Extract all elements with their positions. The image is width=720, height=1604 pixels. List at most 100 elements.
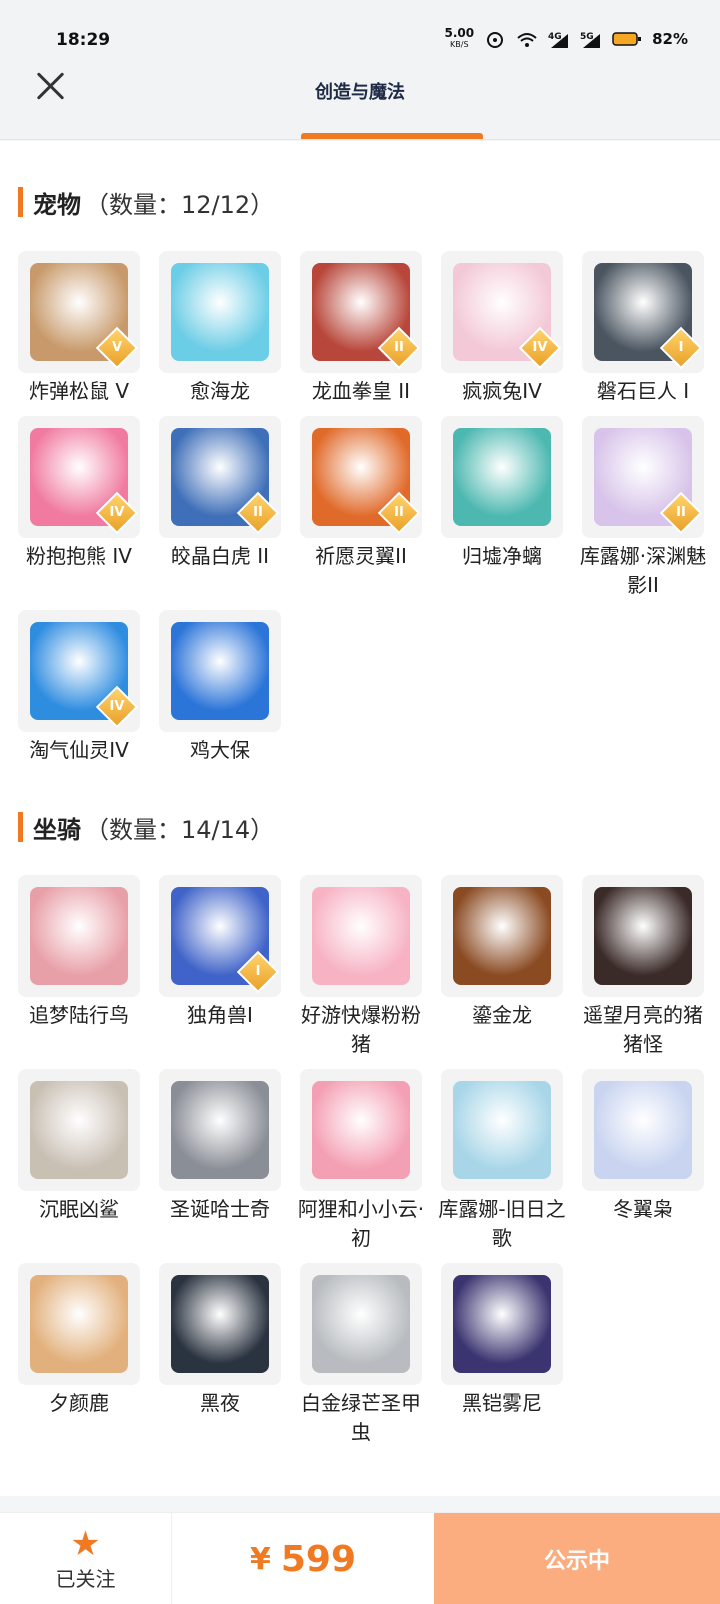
battery-icon: [612, 32, 642, 46]
pet-item[interactable]: 归墟净螭: [441, 416, 563, 600]
mount-thumbnail[interactable]: [441, 1069, 563, 1191]
tier-label: I: [255, 964, 261, 979]
mount-name: 夕颜鹿: [49, 1391, 109, 1415]
pet-thumbnail[interactable]: II: [300, 416, 422, 538]
mount-name: 阿狸和小小云·初: [297, 1197, 425, 1250]
mount-thumbnail[interactable]: [582, 1069, 704, 1191]
pet-item[interactable]: 鸡大保: [159, 610, 281, 765]
pet-thumbnail[interactable]: IV: [441, 251, 563, 373]
mount-name: 黑夜: [200, 1391, 240, 1415]
pet-thumbnail[interactable]: IV: [18, 416, 140, 538]
signal-5g-icon: 5G: [580, 32, 601, 48]
pet-thumbnail[interactable]: II: [582, 416, 704, 538]
pet-thumbnail[interactable]: II: [300, 251, 422, 373]
pet-thumbnail[interactable]: [159, 610, 281, 732]
page-title: 创造与魔法: [315, 82, 405, 103]
pet-item[interactable]: IV 淘气仙灵IV: [18, 610, 140, 765]
section-marker: [18, 187, 23, 217]
pet-name: 归墟净螭: [462, 544, 542, 568]
mount-item[interactable]: 冬翼枭: [582, 1069, 704, 1253]
tier-label: II: [394, 505, 404, 520]
pet-name: 磐石巨人 I: [596, 379, 690, 403]
mount-thumbnail[interactable]: [18, 1069, 140, 1191]
pet-name: 祈愿灵翼II: [315, 544, 407, 568]
mounts-section-title: 坐骑 （数量：14/14）: [18, 811, 274, 844]
pet-thumbnail[interactable]: IV: [18, 610, 140, 732]
mount-item[interactable]: 追梦陆行鸟: [18, 875, 140, 1059]
status-time: 18:29: [56, 30, 111, 50]
mount-thumbnail[interactable]: [300, 1069, 422, 1191]
status-icons: 5.00 KB/S 4G 5G 82%: [444, 27, 688, 50]
pet-thumbnail[interactable]: V: [18, 251, 140, 373]
mount-name: 鎏金龙: [472, 1003, 532, 1027]
pet-item[interactable]: II 皎晶白虎 II: [159, 416, 281, 600]
bottom-bar: ★ 已关注 ¥ 599 公示中: [0, 1512, 720, 1604]
tier-label: I: [678, 340, 684, 355]
signal-5g-label: 5G: [580, 32, 594, 42]
tier-label: IV: [109, 505, 125, 520]
pets-grid: V 炸弹松鼠 V 愈海龙 II 龙血拳皇 II IV 疯疯兔IV I 磐石巨人 I IV 粉抱抱熊 …: [18, 251, 708, 765]
pet-thumbnail[interactable]: [441, 416, 563, 538]
mount-image: [453, 1081, 551, 1179]
pet-item[interactable]: IV 疯疯兔IV: [441, 251, 563, 406]
pet-item[interactable]: II 库露娜·深渊魅影II: [580, 416, 706, 600]
pet-name: 鸡大保: [190, 738, 250, 762]
wifi-icon: [517, 33, 537, 47]
pet-thumbnail[interactable]: II: [159, 416, 281, 538]
mount-item[interactable]: 圣诞哈士奇: [159, 1069, 281, 1253]
tier-label: IV: [109, 699, 125, 714]
network-speed-unit: KB/S: [450, 40, 469, 49]
mount-item[interactable]: I 独角兽I: [159, 875, 281, 1059]
mount-name: 白金绿芒圣甲虫: [301, 1391, 421, 1444]
mount-image: [312, 1275, 410, 1373]
mount-thumbnail[interactable]: [159, 1069, 281, 1191]
follow-button[interactable]: ★ 已关注: [0, 1513, 172, 1604]
pet-item[interactable]: I 磐石巨人 I: [582, 251, 704, 406]
battery-percentage: 82%: [652, 30, 688, 48]
section-marker: [18, 812, 23, 842]
pets-count: （数量：12/12）: [85, 190, 275, 219]
mount-item[interactable]: 白金绿芒圣甲虫: [300, 1263, 422, 1447]
mount-thumbnail[interactable]: [18, 875, 140, 997]
pet-item[interactable]: II 祈愿灵翼II: [300, 416, 422, 600]
mount-name: 独角兽I: [187, 1003, 253, 1027]
mount-thumbnail[interactable]: [159, 1263, 281, 1385]
mount-image: [594, 1081, 692, 1179]
pet-name: 愈海龙: [190, 379, 250, 403]
pets-section-title: 宠物 （数量：12/12）: [18, 186, 275, 219]
status-bar: 18:29 5.00 KB/S 4G 5G 82%: [0, 0, 720, 62]
mount-thumbnail[interactable]: I: [159, 875, 281, 997]
tier-label: V: [111, 340, 123, 355]
mount-thumbnail[interactable]: [582, 875, 704, 997]
mount-image: [30, 887, 128, 985]
mount-thumbnail[interactable]: [18, 1263, 140, 1385]
mount-thumbnail[interactable]: [441, 875, 563, 997]
mount-item[interactable]: 夕颜鹿: [18, 1263, 140, 1447]
mount-item[interactable]: 鎏金龙: [441, 875, 563, 1059]
mount-thumbnail[interactable]: [441, 1263, 563, 1385]
mount-item[interactable]: 遥望月亮的猪猪怪: [582, 875, 704, 1059]
pet-name: 淘气仙灵IV: [29, 738, 129, 762]
pet-thumbnail[interactable]: [159, 251, 281, 373]
active-tab-indicator: [301, 133, 483, 139]
mount-item[interactable]: 黑铠雾尼: [441, 1263, 563, 1447]
mount-item[interactable]: 好游快爆粉粉猪: [300, 875, 422, 1059]
mount-thumbnail[interactable]: [300, 1263, 422, 1385]
pet-thumbnail[interactable]: I: [582, 251, 704, 373]
pet-item[interactable]: IV 粉抱抱熊 IV: [18, 416, 140, 600]
mount-item[interactable]: 黑夜: [159, 1263, 281, 1447]
pet-item[interactable]: V 炸弹松鼠 V: [18, 251, 140, 406]
mount-item[interactable]: 阿狸和小小云·初: [298, 1069, 424, 1253]
header: 创造与魔法: [0, 62, 720, 140]
mount-item[interactable]: 沉眠凶鲨: [18, 1069, 140, 1253]
pet-image: [171, 263, 269, 361]
mounts-title: 坐骑: [33, 815, 81, 844]
publicity-button[interactable]: 公示中: [434, 1513, 720, 1604]
pet-item[interactable]: 愈海龙: [159, 251, 281, 406]
pets-title: 宠物: [33, 190, 81, 219]
pet-item[interactable]: II 龙血拳皇 II: [300, 251, 422, 406]
tier-label: II: [676, 505, 686, 520]
price: ¥ 599: [172, 1513, 434, 1604]
mount-thumbnail[interactable]: [300, 875, 422, 997]
mount-item[interactable]: 库露娜-旧日之歌: [438, 1069, 566, 1253]
